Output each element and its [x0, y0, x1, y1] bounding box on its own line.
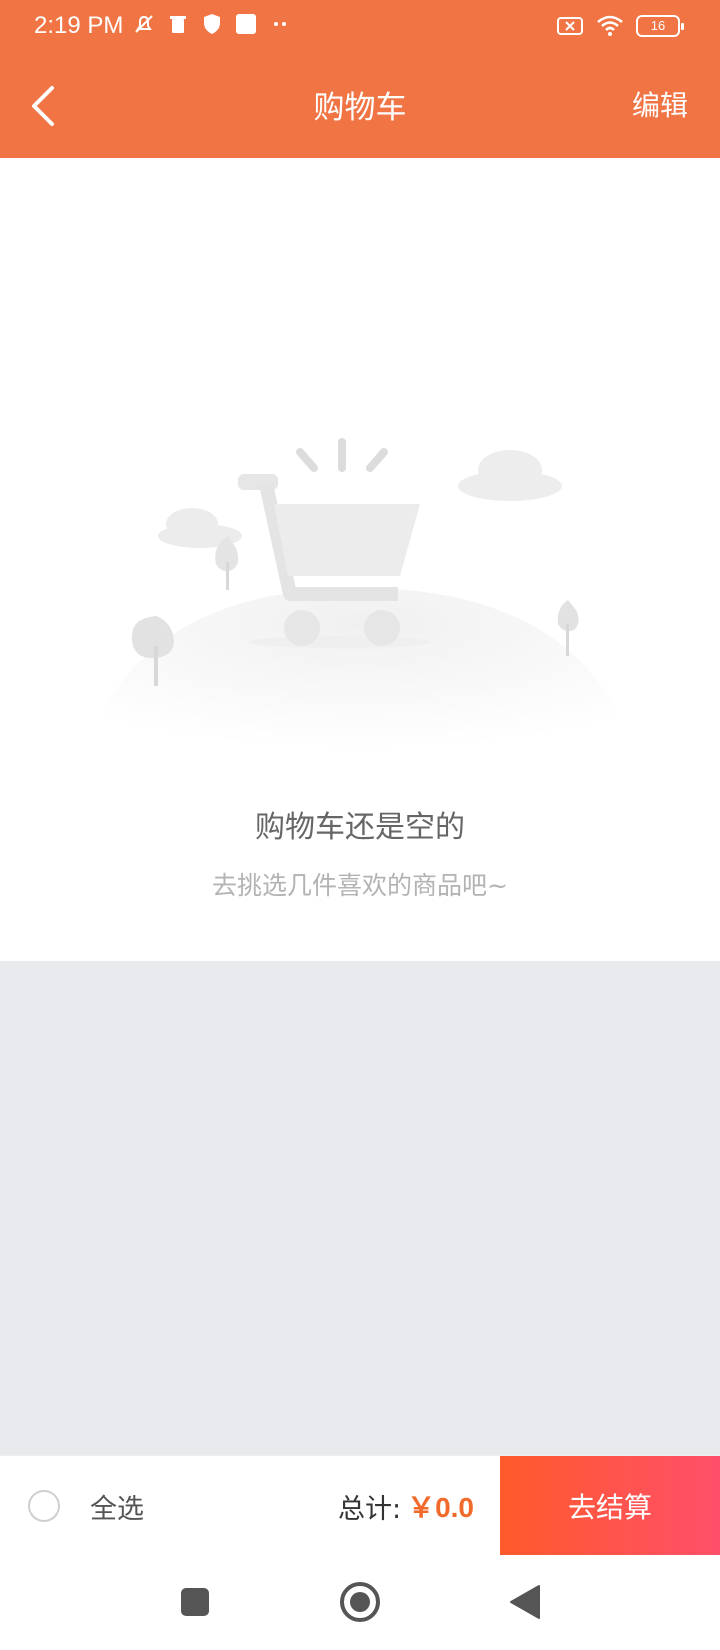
select-all-label: 全选 — [90, 1493, 144, 1525]
checkout-bar: 全选 总计: ￥0.0 去结算 — [0, 1455, 720, 1556]
trash-icon — [170, 16, 186, 33]
cart-sparks — [296, 438, 388, 472]
square-icon — [181, 1588, 209, 1616]
triangle-left-icon — [510, 1585, 540, 1619]
no-sim-icon — [557, 17, 583, 35]
total-summary: 总计: ￥0.0 — [338, 1456, 474, 1556]
back-nav-button[interactable] — [500, 1577, 550, 1627]
nav-header: 购物车 编辑 — [0, 56, 720, 158]
battery-icon: 16 — [636, 15, 684, 37]
status-time: 2:19 PM — [34, 12, 124, 39]
circle-icon — [340, 1582, 380, 1622]
checkout-button[interactable]: 去结算 — [500, 1456, 720, 1556]
system-nav-bar — [0, 1555, 720, 1650]
total-label: 总计: — [337, 1493, 402, 1525]
select-all-radio[interactable] — [28, 1490, 60, 1522]
empty-cart-title: 购物车还是空的 — [255, 810, 465, 845]
battery-level: 16 — [650, 18, 666, 33]
empty-cart-subtitle: 去挑选几件喜欢的商品吧~ — [212, 871, 508, 900]
status-bar: 2:19 PM 16 — [0, 0, 720, 56]
shield-icon — [204, 14, 220, 34]
edit-button[interactable]: 编辑 — [632, 84, 688, 124]
cloud-right — [458, 450, 562, 501]
status-icons-left — [132, 12, 292, 36]
empty-cart-panel: 购物车还是空的 去挑选几件喜欢的商品吧~ — [0, 158, 720, 961]
more-dots-icon — [274, 22, 286, 26]
page-title: 购物车 — [313, 90, 407, 126]
app-header-area: 2:19 PM 16 购物车 编辑 — [0, 0, 720, 158]
status-icons-right: 16 — [556, 14, 684, 38]
select-all-toggle[interactable]: 全选 — [28, 1456, 144, 1556]
home-button[interactable] — [335, 1577, 385, 1627]
app-square-icon — [236, 14, 256, 34]
total-price: ￥0.0 — [407, 1492, 474, 1523]
recents-button[interactable] — [170, 1577, 220, 1627]
wifi-icon — [597, 15, 623, 36]
muted-bell-icon — [135, 15, 153, 33]
hill-shape — [80, 588, 640, 768]
empty-cart-illustration — [80, 438, 640, 768]
